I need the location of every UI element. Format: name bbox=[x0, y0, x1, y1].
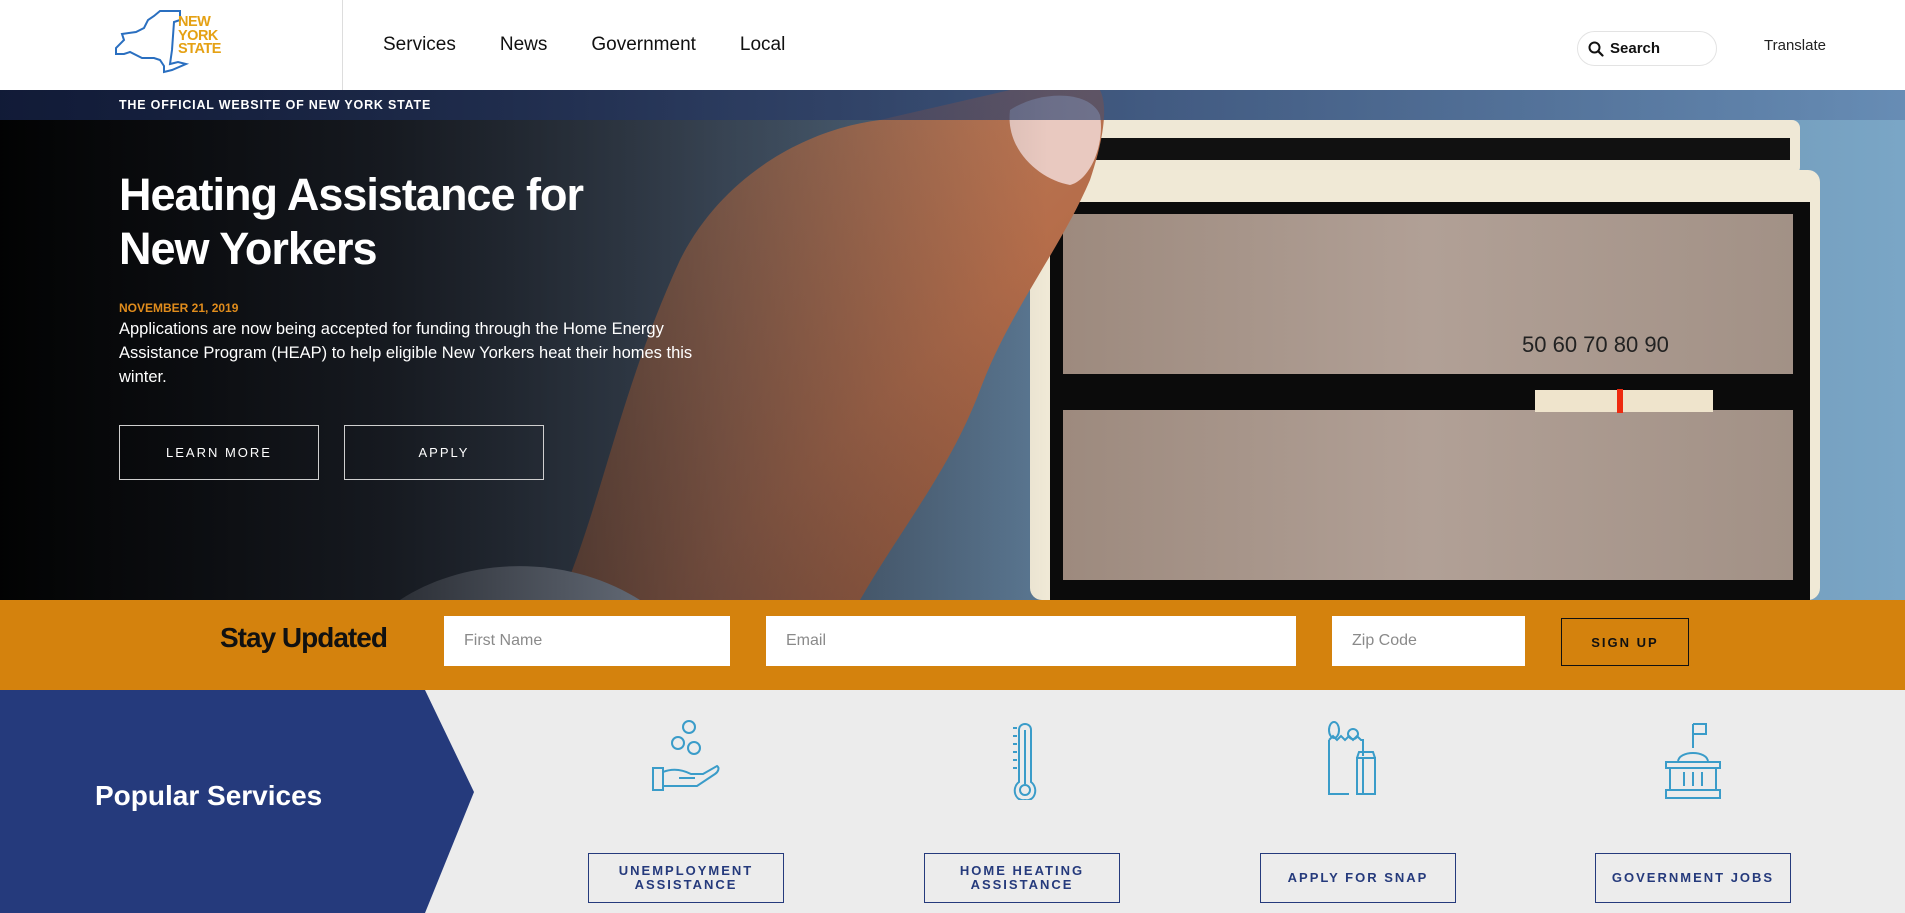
apply-for-snap-button[interactable]: APPLY FOR SNAP bbox=[1260, 853, 1456, 903]
home-heating-assistance-button[interactable]: HOME HEATING ASSISTANCE bbox=[924, 853, 1120, 903]
popular-services-title: Popular Services bbox=[95, 780, 323, 811]
stay-updated-title: Stay Updated bbox=[220, 622, 388, 653]
thermometer-icon bbox=[1013, 723, 1037, 800]
hero-description: Applications are now being accepted for … bbox=[119, 320, 693, 386]
unemployment-assistance-button[interactable]: UNEMPLOYMENT ASSISTANCE bbox=[588, 853, 784, 903]
logo-line: STATE bbox=[178, 41, 221, 57]
email-input[interactable] bbox=[766, 616, 1296, 666]
hero-banner: 50 60 70 80 90 THE OFFICIAL WEBSITE OF N… bbox=[0, 90, 1905, 600]
stay-updated-bar: Stay Updated SIGN UP bbox=[0, 600, 1905, 690]
learn-more-button[interactable]: LEARN MORE bbox=[119, 425, 319, 480]
hero-title: Heating Assistance for New Yorkers bbox=[119, 169, 584, 274]
nav-item-services[interactable]: Services bbox=[383, 34, 456, 56]
main-nav: Services News Government Local bbox=[383, 0, 829, 90]
official-banner: THE OFFICIAL WEBSITE OF NEW YORK STATE bbox=[0, 90, 1905, 120]
logo-text: NEW YORK STATE bbox=[178, 15, 221, 57]
nav-item-news[interactable]: News bbox=[500, 34, 548, 56]
popular-services-section: Popular Services UNEMPLOYMENT ASSISTANCE… bbox=[0, 690, 1905, 913]
nys-logo[interactable]: NEW YORK STATE bbox=[112, 8, 232, 80]
hero-date: NOVEMBER 21, 2019 bbox=[119, 301, 239, 315]
apply-button[interactable]: APPLY bbox=[344, 425, 544, 480]
hand-coins-icon bbox=[652, 720, 720, 791]
capitol-building-icon bbox=[1665, 723, 1721, 799]
sign-up-button[interactable]: SIGN UP bbox=[1561, 618, 1689, 666]
first-name-input[interactable] bbox=[444, 616, 730, 666]
header-divider bbox=[342, 0, 343, 90]
zip-code-input[interactable] bbox=[1332, 616, 1525, 666]
government-jobs-button[interactable]: GOVERNMENT JOBS bbox=[1595, 853, 1791, 903]
nav-item-local[interactable]: Local bbox=[740, 34, 785, 56]
nav-item-government[interactable]: Government bbox=[591, 34, 696, 56]
grocery-bag-icon bbox=[1328, 721, 1376, 795]
search-button[interactable]: Search bbox=[1577, 31, 1717, 66]
translate-link[interactable]: Translate bbox=[1764, 37, 1826, 54]
site-header: NEW YORK STATE Services News Government … bbox=[0, 0, 1905, 90]
search-label: Search bbox=[1610, 40, 1661, 57]
search-icon bbox=[1588, 41, 1604, 57]
official-text: THE OFFICIAL WEBSITE OF NEW YORK STATE bbox=[119, 98, 432, 112]
